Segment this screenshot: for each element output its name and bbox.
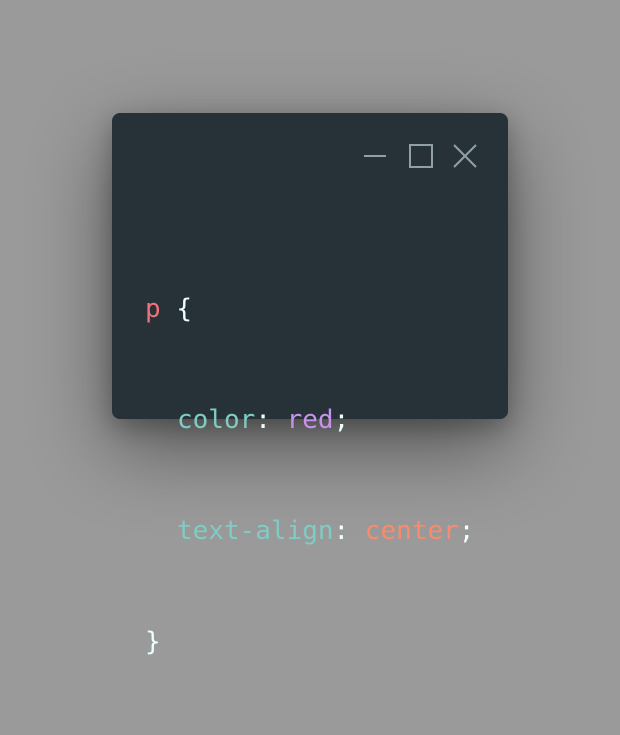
- css-colon: :: [333, 516, 365, 546]
- code-window: p { color: red; text-align: center; }: [112, 113, 508, 657]
- open-brace: {: [176, 294, 192, 324]
- css-value-red: red: [286, 405, 334, 435]
- code-block: p { color: red; text-align: center; }: [145, 217, 474, 735]
- code-line-2: color: red;: [145, 402, 474, 439]
- window-controls: [362, 143, 478, 169]
- code-line-4: }: [145, 624, 474, 661]
- minimize-icon[interactable]: [362, 143, 388, 169]
- code-line-1: p {: [145, 291, 474, 328]
- css-semicolon: ;: [333, 405, 350, 435]
- maximize-icon[interactable]: [408, 143, 434, 169]
- close-icon[interactable]: [452, 143, 478, 169]
- css-semicolon: ;: [458, 516, 475, 546]
- code-line-3: text-align: center;: [145, 513, 474, 550]
- css-property-text-align: text-align: [177, 516, 334, 546]
- close-brace: }: [145, 627, 161, 657]
- css-property-color: color: [177, 405, 256, 435]
- css-colon: :: [255, 405, 287, 435]
- css-selector: p: [145, 294, 161, 324]
- css-value-center: center: [364, 516, 459, 546]
